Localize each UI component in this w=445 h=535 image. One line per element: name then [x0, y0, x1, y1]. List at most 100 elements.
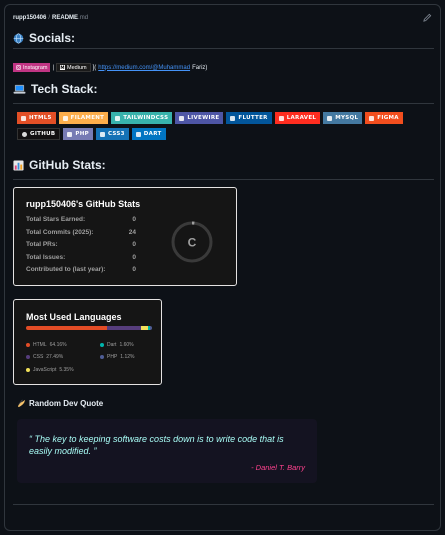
language-bar-segment	[106, 326, 142, 330]
edit-pencil-icon[interactable]	[423, 13, 432, 22]
stat-value: 0	[132, 266, 136, 273]
language-dot	[26, 368, 30, 372]
svg-text:M: M	[60, 65, 64, 70]
stat-row: Total Stars Earned: 0	[26, 216, 136, 223]
badge-label: LARAVEL	[286, 115, 317, 121]
language-item: Dart 1.60%	[100, 342, 134, 348]
laravel-icon	[278, 115, 284, 121]
language-dot	[26, 343, 30, 347]
rank-letter: C	[188, 236, 197, 250]
dart-icon	[135, 131, 141, 137]
tech-badges-row-1: HTML5 FILAMENT TAILWINDCSS LIVEWIRE FLUT…	[17, 112, 403, 124]
rank-ring: C	[171, 221, 213, 263]
language-percent: 27.49%	[46, 354, 64, 360]
quote-heading: Random Dev Quote	[17, 399, 103, 408]
quote-card: “ The key to keeping software costs down…	[17, 419, 317, 483]
instagram-icon	[16, 65, 21, 70]
stat-row: Contributed to (last year): 0	[26, 266, 136, 273]
stat-label: Total Issues:	[26, 253, 66, 261]
stat-label: Total PRs:	[26, 241, 58, 248]
divider	[13, 48, 434, 49]
stats-card-title: rupp150406's GitHub Stats	[26, 199, 141, 209]
laptop-icon	[13, 84, 26, 94]
medium-badge[interactable]: M Medium	[56, 63, 91, 72]
mysql-badge[interactable]: MYSQL	[323, 112, 363, 124]
php-badge[interactable]: PHP	[63, 128, 93, 140]
tech-stack-heading-text: Tech Stack:	[31, 82, 98, 96]
quote-author: - Daniel T. Barry	[251, 463, 305, 472]
file-extension: .md	[78, 15, 89, 21]
github-badge[interactable]: GITHUB	[17, 128, 61, 140]
laravel-badge[interactable]: LARAVEL	[274, 112, 321, 124]
badge-label: FLUTTER	[238, 115, 268, 121]
language-dot	[100, 355, 104, 359]
language-item: PHP 1.12%	[100, 354, 134, 360]
dart-badge[interactable]: DART	[131, 128, 166, 140]
writing-hand-icon	[17, 399, 26, 408]
language-item: JavaScript 5.35%	[26, 367, 74, 373]
badge-label: PHP	[75, 131, 89, 137]
flutter-badge[interactable]: FLUTTER	[226, 112, 272, 124]
path-separator: /	[48, 15, 51, 21]
stat-value: 24	[128, 228, 136, 236]
language-dot	[26, 355, 30, 359]
badge-label: DART	[143, 131, 162, 137]
css3-badge[interactable]: CSS3	[95, 128, 129, 140]
stat-value: 0	[132, 216, 136, 223]
html5-badge[interactable]: HTML5	[17, 112, 56, 124]
tech-badges-row-2: GITHUB PHP CSS3 DART	[17, 128, 166, 140]
socials-heading-text: Socials:	[29, 31, 76, 45]
stat-row: Total PRs: 0	[26, 241, 136, 248]
readme-frame: rupp150406 / README .md Socials: Instagr…	[4, 4, 441, 531]
language-bar-segment	[26, 326, 107, 330]
language-item: CSS 27.49%	[26, 354, 63, 360]
file-name: README	[52, 15, 79, 21]
tailwindcss-badge[interactable]: TAILWINDCSS	[111, 112, 173, 124]
link-suffix: Fariz)	[192, 64, 208, 71]
socials-line: Instagram | M Medium ]( https://medium.c…	[13, 63, 207, 72]
badge-label: GITHUB	[30, 131, 56, 137]
badge-label: FIGMA	[377, 115, 399, 121]
stat-label: Total Stars Earned:	[26, 216, 86, 223]
tech-stack-heading: Tech Stack:	[13, 82, 97, 96]
language-item: HTML 64.16%	[26, 342, 67, 348]
repo-link[interactable]: rupp150406	[13, 15, 46, 21]
tailwindcss-icon	[115, 115, 121, 121]
github-icon	[22, 131, 27, 137]
badge-label: FILAMENT	[70, 115, 105, 121]
instagram-label: Instagram	[23, 64, 48, 71]
instagram-badge[interactable]: Instagram	[13, 63, 51, 72]
badge-label: HTML5	[29, 115, 52, 121]
php-icon	[67, 131, 73, 137]
stat-row: Total Commits (2025): 24	[26, 229, 136, 236]
language-name: PHP	[107, 354, 118, 360]
language-name: HTML	[33, 342, 47, 348]
livewire-badge[interactable]: LIVEWIRE	[175, 112, 224, 124]
filament-icon	[62, 115, 68, 121]
link-prefix: ](	[92, 64, 97, 71]
stat-value: 0	[132, 253, 136, 261]
language-dot	[100, 343, 104, 347]
languages-card: Most Used Languages HTML 64.16% Dart 1.60%…	[13, 299, 162, 385]
medium-link[interactable]: https://medium.com/@Muhammad	[98, 65, 190, 71]
languages-card-title: Most Used Languages	[26, 312, 122, 322]
language-percent: 64.16%	[49, 342, 67, 348]
bottom-divider	[13, 504, 434, 505]
mysql-icon	[327, 115, 333, 121]
medium-icon: M	[60, 65, 66, 70]
stat-row: Total Issues: 0	[26, 254, 136, 261]
badge-label: LIVEWIRE	[187, 115, 220, 121]
github-stats-heading-text: GitHub Stats:	[29, 158, 106, 172]
socials-heading: Socials:	[13, 31, 75, 45]
filament-badge[interactable]: FILAMENT	[58, 112, 109, 124]
flutter-icon	[230, 115, 236, 121]
css3-icon	[99, 131, 105, 137]
html5-icon	[21, 115, 26, 121]
badge-label: CSS3	[107, 131, 125, 137]
quote-body: The key to keeping software costs down i…	[29, 434, 284, 456]
medium-label: Medium	[67, 64, 87, 71]
github-stats-heading: GitHub Stats:	[13, 158, 106, 172]
language-name: CSS	[33, 354, 44, 360]
figma-badge[interactable]: FIGMA	[365, 112, 403, 124]
languages-progress-bar	[26, 326, 152, 330]
